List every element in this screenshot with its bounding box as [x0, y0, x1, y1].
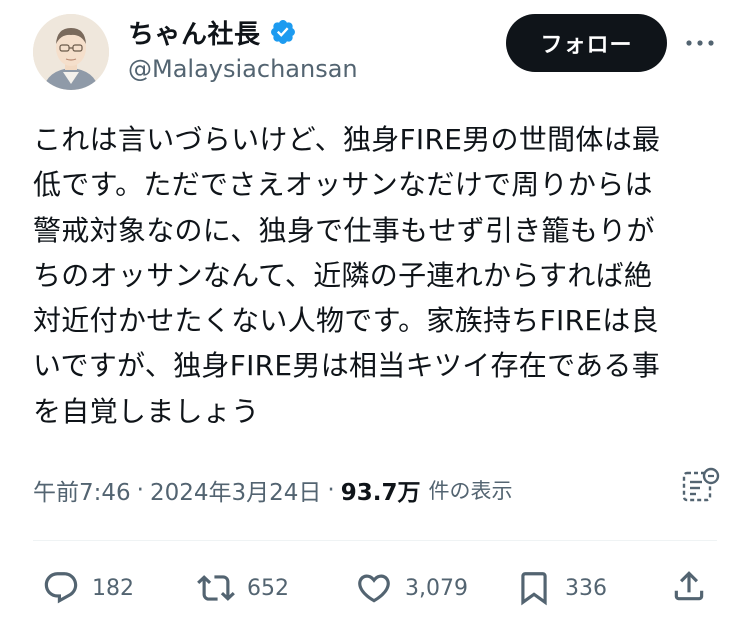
tweet-text: これは言いづらいけど、独身FIRE男の世間体は最 低です。ただでさえオッサンなだ… [33, 117, 723, 434]
tweet-text-line: 警戒対象なのに、独身で仕事もせず引き籠もりが [33, 213, 655, 247]
tweet-text-line: を自覚しましょう [33, 394, 260, 428]
tweet-date[interactable]: 2024年3月24日 [150, 473, 321, 507]
bookmark-button[interactable]: 336 [515, 566, 607, 610]
analytics-icon[interactable] [681, 466, 721, 506]
author-handle[interactable]: @Malaysiachansan [128, 55, 358, 83]
retweet-count: 652 [247, 575, 289, 601]
retweet-button[interactable]: 652 [197, 566, 289, 610]
divider [33, 540, 717, 541]
tweet-text-line: これは言いづらいけど、独身FIRE男の世間体は最 [33, 123, 661, 156]
meta-separator: · [327, 477, 335, 503]
meta-separator: · [136, 477, 144, 503]
view-count-label: 件の表示 [428, 479, 513, 503]
tweet-meta: 午前7:46 · 2024年3月24日 · 93.7万 件の表示 [33, 470, 512, 510]
tweet-text-line: 低です。ただでさえオッサンなだけで周りからは [33, 168, 653, 202]
avatar-illustration [33, 14, 109, 90]
like-button[interactable]: 3,079 [355, 566, 468, 610]
bookmark-count: 336 [565, 575, 607, 601]
author-display-name[interactable]: ちゃん社長 [128, 14, 261, 51]
more-icon[interactable] [683, 30, 717, 56]
reply-count: 182 [92, 575, 134, 601]
like-count: 3,079 [405, 575, 468, 601]
tweet-text-line: 対近付かせたくない人物です。家族持ちFIREは良 [33, 304, 659, 338]
tweet-time[interactable]: 午前7:46 [33, 473, 131, 507]
follow-button[interactable]: フォロー [506, 14, 667, 72]
view-count: 93.7万 [340, 480, 421, 506]
retweet-icon [197, 575, 235, 601]
avatar[interactable] [33, 14, 109, 90]
author-name-row: ちゃん社長 [128, 14, 297, 50]
tweet-text-line: ちのオッサンなんて、近隣の子連れからすれば絶 [33, 258, 653, 292]
verified-badge-icon [270, 20, 295, 44]
share-icon[interactable] [670, 566, 708, 606]
tweet-text-line: いですが、独身FIRE男は相当キツイ存在である事 [33, 349, 661, 383]
reply-button[interactable]: 182 [42, 566, 134, 610]
reply-icon [44, 572, 78, 604]
bookmark-icon [521, 572, 547, 606]
heart-icon [358, 574, 390, 603]
